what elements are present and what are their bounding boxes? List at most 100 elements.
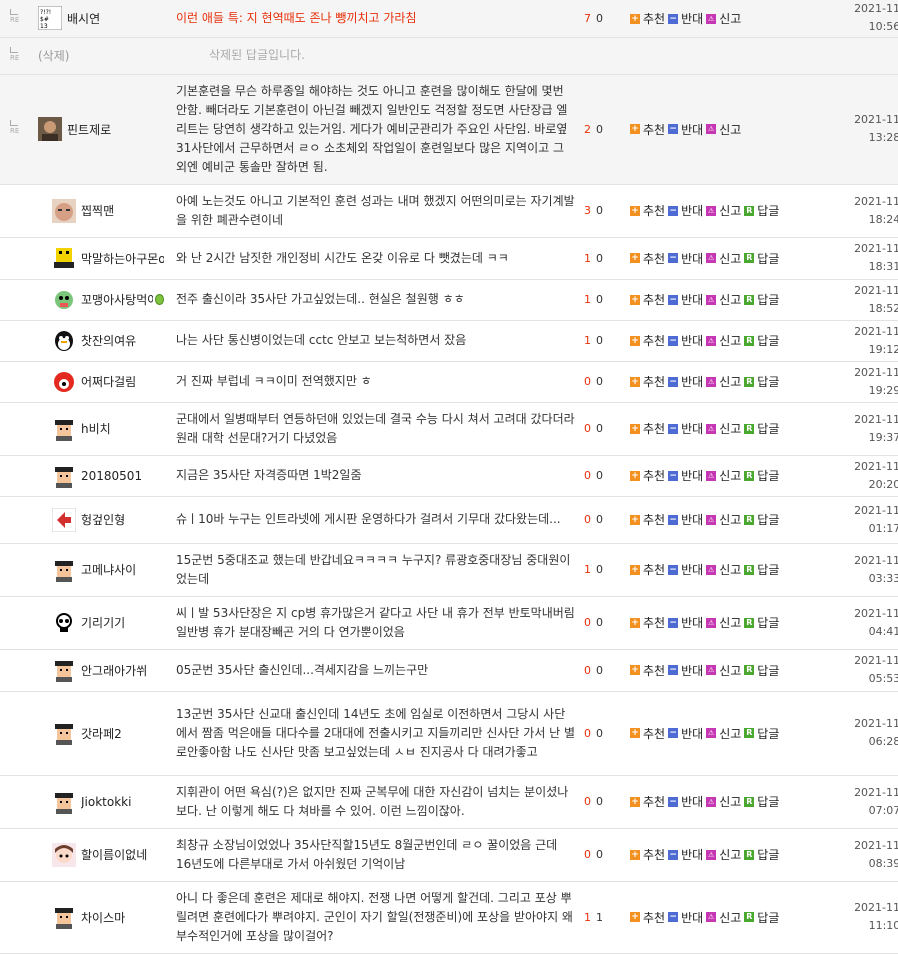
reply-button[interactable]: R 답글 [744, 467, 779, 484]
author-name[interactable]: h비치 [81, 420, 111, 437]
upvote-button[interactable]: + 추천 [630, 846, 665, 863]
author-name[interactable]: 차이스마 [81, 909, 125, 926]
reply-button[interactable]: R 답글 [744, 561, 779, 578]
author-name[interactable]: 막말하는아구몬o [81, 250, 164, 267]
reply-button[interactable]: R 답글 [744, 332, 779, 349]
author-cell[interactable]: 고메냐사이 [38, 543, 164, 597]
author-cell[interactable]: 꼬맹아사탕먹어라 [38, 279, 164, 321]
author-name[interactable]: 안그래아가쒸 [81, 662, 147, 679]
downvote-button[interactable]: − 반대 [668, 121, 703, 138]
author-cell[interactable]: 차이스마 [38, 881, 164, 954]
downvote-button[interactable]: − 반대 [668, 467, 703, 484]
report-button[interactable]: ⚠ 신고 [706, 420, 741, 437]
reply-button[interactable]: R 답글 [744, 291, 779, 308]
author-cell[interactable]: 찻잔의여유 [38, 320, 164, 362]
author-name[interactable]: 할이름이없네 [81, 846, 147, 863]
upvote-button[interactable]: + 추천 [630, 614, 665, 631]
reply-button[interactable]: R 답글 [744, 511, 779, 528]
reply-button[interactable]: R 답글 [744, 846, 779, 863]
author-cell[interactable]: 어쩌다걸림 [38, 361, 164, 403]
downvote-button[interactable]: − 반대 [668, 373, 703, 390]
author-name[interactable]: 갓라페2 [81, 725, 122, 742]
downvote-button[interactable]: − 반대 [668, 291, 703, 308]
author-name[interactable]: 찻잔의여유 [81, 332, 136, 349]
report-button[interactable]: ⚠ 신고 [706, 662, 741, 679]
author-name[interactable]: Jioktokki [81, 795, 131, 809]
reply-button[interactable]: R 답글 [744, 373, 779, 390]
author-cell[interactable]: Jioktokki [38, 775, 164, 829]
upvote-button[interactable]: + 추천 [630, 10, 665, 27]
author-cell[interactable]: 찝찍맨 [38, 184, 164, 238]
report-button[interactable]: ⚠ 신고 [706, 511, 741, 528]
report-button[interactable]: ⚠ 신고 [706, 467, 741, 484]
report-button[interactable]: ⚠ 신고 [706, 909, 741, 926]
upvote-button[interactable]: + 추천 [630, 373, 665, 390]
downvote-button[interactable]: − 반대 [668, 614, 703, 631]
author-name[interactable]: 꼬맹아사탕먹어라 [81, 291, 153, 308]
reply-button[interactable]: R 답글 [744, 250, 779, 267]
downvote-button[interactable]: − 반대 [668, 725, 703, 742]
author-cell[interactable]: 안그래아가쒸 [38, 649, 164, 692]
upvote-button[interactable]: + 추천 [630, 420, 665, 437]
author-cell[interactable]: 핀트제로 [38, 74, 164, 185]
author-name[interactable]: 어쩌다걸림 [81, 373, 136, 390]
upvote-button[interactable]: + 추천 [630, 511, 665, 528]
downvote-button[interactable]: − 반대 [668, 662, 703, 679]
reply-button[interactable]: R 답글 [744, 725, 779, 742]
report-button[interactable]: ⚠ 신고 [706, 373, 741, 390]
report-button[interactable]: ⚠ 신고 [706, 793, 741, 810]
report-button[interactable]: ⚠ 신고 [706, 614, 741, 631]
upvote-button[interactable]: + 추천 [630, 250, 665, 267]
downvote-button[interactable]: − 반대 [668, 420, 703, 437]
upvote-button[interactable]: + 추천 [630, 561, 665, 578]
author-cell[interactable]: 막말하는아구몬o [38, 237, 164, 280]
upvote-button[interactable]: + 추천 [630, 725, 665, 742]
upvote-button[interactable]: + 추천 [630, 121, 665, 138]
downvote-button[interactable]: − 반대 [668, 561, 703, 578]
upvote-button[interactable]: + 추천 [630, 332, 665, 349]
upvote-button[interactable]: + 추천 [630, 793, 665, 810]
author-name[interactable]: 고메냐사이 [81, 561, 136, 578]
downvote-button[interactable]: − 반대 [668, 511, 703, 528]
report-button[interactable]: ⚠ 신고 [706, 121, 741, 138]
downvote-button[interactable]: − 반대 [668, 793, 703, 810]
upvote-button[interactable]: + 추천 [630, 467, 665, 484]
downvote-button[interactable]: − 반대 [668, 846, 703, 863]
author-name[interactable]: 찝찍맨 [81, 202, 114, 219]
author-name[interactable]: 배시연 [67, 10, 100, 27]
report-button[interactable]: ⚠ 신고 [706, 10, 741, 27]
author-cell[interactable]: 갓라페2 [38, 691, 164, 776]
report-button[interactable]: ⚠ 신고 [706, 332, 741, 349]
author-name[interactable]: 핀트제로 [67, 121, 111, 138]
reply-button[interactable]: R 답글 [744, 420, 779, 437]
author-cell[interactable]: 헝겊인형 [38, 496, 164, 544]
report-button[interactable]: ⚠ 신고 [706, 846, 741, 863]
report-button[interactable]: ⚠ 신고 [706, 250, 741, 267]
downvote-button[interactable]: − 반대 [668, 10, 703, 27]
downvote-button[interactable]: − 반대 [668, 250, 703, 267]
reply-button[interactable]: R 답글 [744, 793, 779, 810]
author-name[interactable]: 헝겊인형 [81, 511, 125, 528]
author-cell[interactable]: h비치 [38, 402, 164, 456]
author-name[interactable]: 20180501 [81, 469, 142, 483]
downvote-button[interactable]: − 반대 [668, 332, 703, 349]
downvote-button[interactable]: − 반대 [668, 202, 703, 219]
downvote-button[interactable]: − 반대 [668, 909, 703, 926]
author-name[interactable]: 기리기기 [81, 614, 125, 631]
reply-button[interactable]: R 답글 [744, 909, 779, 926]
reply-button[interactable]: R 답글 [744, 662, 779, 679]
report-button[interactable]: ⚠ 신고 [706, 561, 741, 578]
report-button[interactable]: ⚠ 신고 [706, 725, 741, 742]
reply-button[interactable]: R 답글 [744, 614, 779, 631]
report-button[interactable]: ⚠ 신고 [706, 291, 741, 308]
upvote-button[interactable]: + 추천 [630, 291, 665, 308]
upvote-button[interactable]: + 추천 [630, 662, 665, 679]
report-button[interactable]: ⚠ 신고 [706, 202, 741, 219]
author-cell[interactable]: 기리기기 [38, 596, 164, 650]
upvote-button[interactable]: + 추천 [630, 202, 665, 219]
author-cell[interactable]: ?!?! $# 13 배시연 [37, 0, 164, 38]
author-cell[interactable]: 20180501 [38, 455, 164, 497]
upvote-button[interactable]: + 추천 [630, 909, 665, 926]
reply-button[interactable]: R 답글 [744, 202, 779, 219]
author-cell[interactable]: 할이름이없네 [38, 828, 164, 882]
